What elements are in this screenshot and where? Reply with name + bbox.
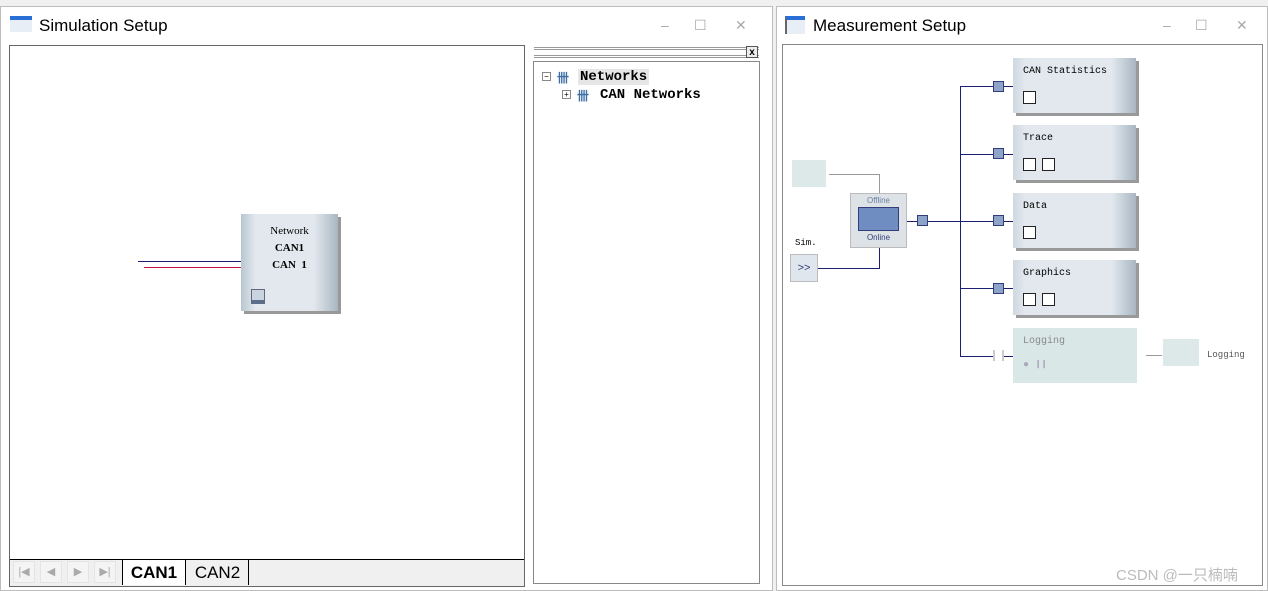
network-block[interactable]: Network CAN1 CAN 1 [241,214,338,311]
block-label: CAN Statistics [1023,66,1108,77]
bus-line-red [144,267,241,268]
logging-port-paused[interactable] [993,350,1004,361]
window-title: Measurement Setup [813,16,967,35]
logging-output-label: Logging [1207,350,1245,360]
tree-item-can-networks[interactable]: CAN Networks [600,87,701,103]
minimize-button[interactable]: – [1163,17,1171,33]
tab-can1[interactable]: CAN1 [122,560,186,585]
config-icon [1042,158,1055,171]
can-statistics-port[interactable] [993,81,1004,92]
networks-icon: 卌 [557,71,570,85]
network-channel: CAN 1 [272,259,307,271]
sim-label: Sim. [795,238,817,248]
tree-item-networks[interactable]: Networks [578,69,650,85]
config-icon [1042,293,1055,306]
bus-line-blue [138,261,241,262]
logging-folder-icon [1163,339,1199,366]
logging-block[interactable]: Logging ● ❙❙ [1013,328,1137,383]
online-offline-switch[interactable]: Offline Online [850,193,907,248]
network-node-icon [251,289,265,304]
close-button[interactable]: ✕ [735,17,747,34]
tab-first-button[interactable]: |◀ [13,561,35,583]
can-networks-icon: 卌 [577,89,590,103]
trace-port[interactable] [993,148,1004,159]
online-label: Online [866,233,891,242]
network-tree: − 卌 Networks + 卌 CAN Networks [533,61,760,584]
graphics-port[interactable] [993,283,1004,294]
block-label: Data [1023,201,1048,212]
watermark: CSDN @一只楠喃 [1116,567,1238,584]
network-name: CAN1 [274,242,305,254]
branch-data [960,221,1013,222]
record-pause-icons: ● ❙❙ [1023,360,1048,371]
branch-trace [960,154,1013,155]
tab-next-button[interactable]: ▶ [67,561,89,583]
graphics-block[interactable]: Graphics [1013,260,1136,315]
collapse-icon[interactable]: − [542,72,551,81]
simulation-canvas[interactable]: Network CAN1 CAN 1 |◀ ◀ ▶ ▶| CAN1 CAN2 [9,45,525,587]
logging-output-connector [1146,355,1162,356]
data-window-icon [1023,226,1036,239]
tab-can2[interactable]: CAN2 [187,560,249,585]
sim-connector-v [879,248,880,269]
simulation-window-icon [10,16,32,32]
graphics-window-icon [1023,293,1036,306]
simulation-setup-window: Simulation Setup – ☐ ✕ Network CAN1 CAN … [0,6,773,591]
close-button[interactable]: ✕ [1236,17,1248,34]
offline-label: Offline [867,196,890,205]
branch-can-statistics [960,86,1013,87]
can-statistics-block[interactable]: CAN Statistics [1013,58,1136,113]
offline-connector [829,174,879,175]
block-label: Logging [1023,336,1066,347]
data-block[interactable]: Data [1013,193,1136,248]
minimize-button[interactable]: – [661,17,669,33]
measurement-window-icon [785,16,805,34]
tree-panel-close-button[interactable]: x [746,46,758,58]
tab-prev-button[interactable]: ◀ [40,561,62,583]
tab-last-button[interactable]: ▶| [94,561,116,583]
block-label: Trace [1023,133,1054,144]
trace-block[interactable]: Trace [1013,125,1136,180]
statistics-icon [1023,91,1036,104]
offline-connector-v [879,174,880,193]
data-port[interactable] [993,215,1004,226]
offline-source-folder-icon [792,160,826,187]
maximize-button[interactable]: ☐ [1195,17,1208,34]
network-label: Network [270,225,309,237]
branch-graphics [960,288,1013,289]
maximize-button[interactable]: ☐ [694,17,707,34]
branch-logging [960,356,1013,357]
switch-icon [858,207,899,231]
sim-button[interactable]: >> [790,254,818,282]
window-title: Simulation Setup [39,16,168,35]
block-label: Graphics [1023,268,1072,279]
sim-connector [818,268,880,269]
main-connector [907,221,960,222]
tree-panel-header[interactable] [534,47,759,58]
switch-output-port[interactable] [917,215,928,226]
trace-window-icon [1023,158,1036,171]
expand-icon[interactable]: + [562,90,571,99]
